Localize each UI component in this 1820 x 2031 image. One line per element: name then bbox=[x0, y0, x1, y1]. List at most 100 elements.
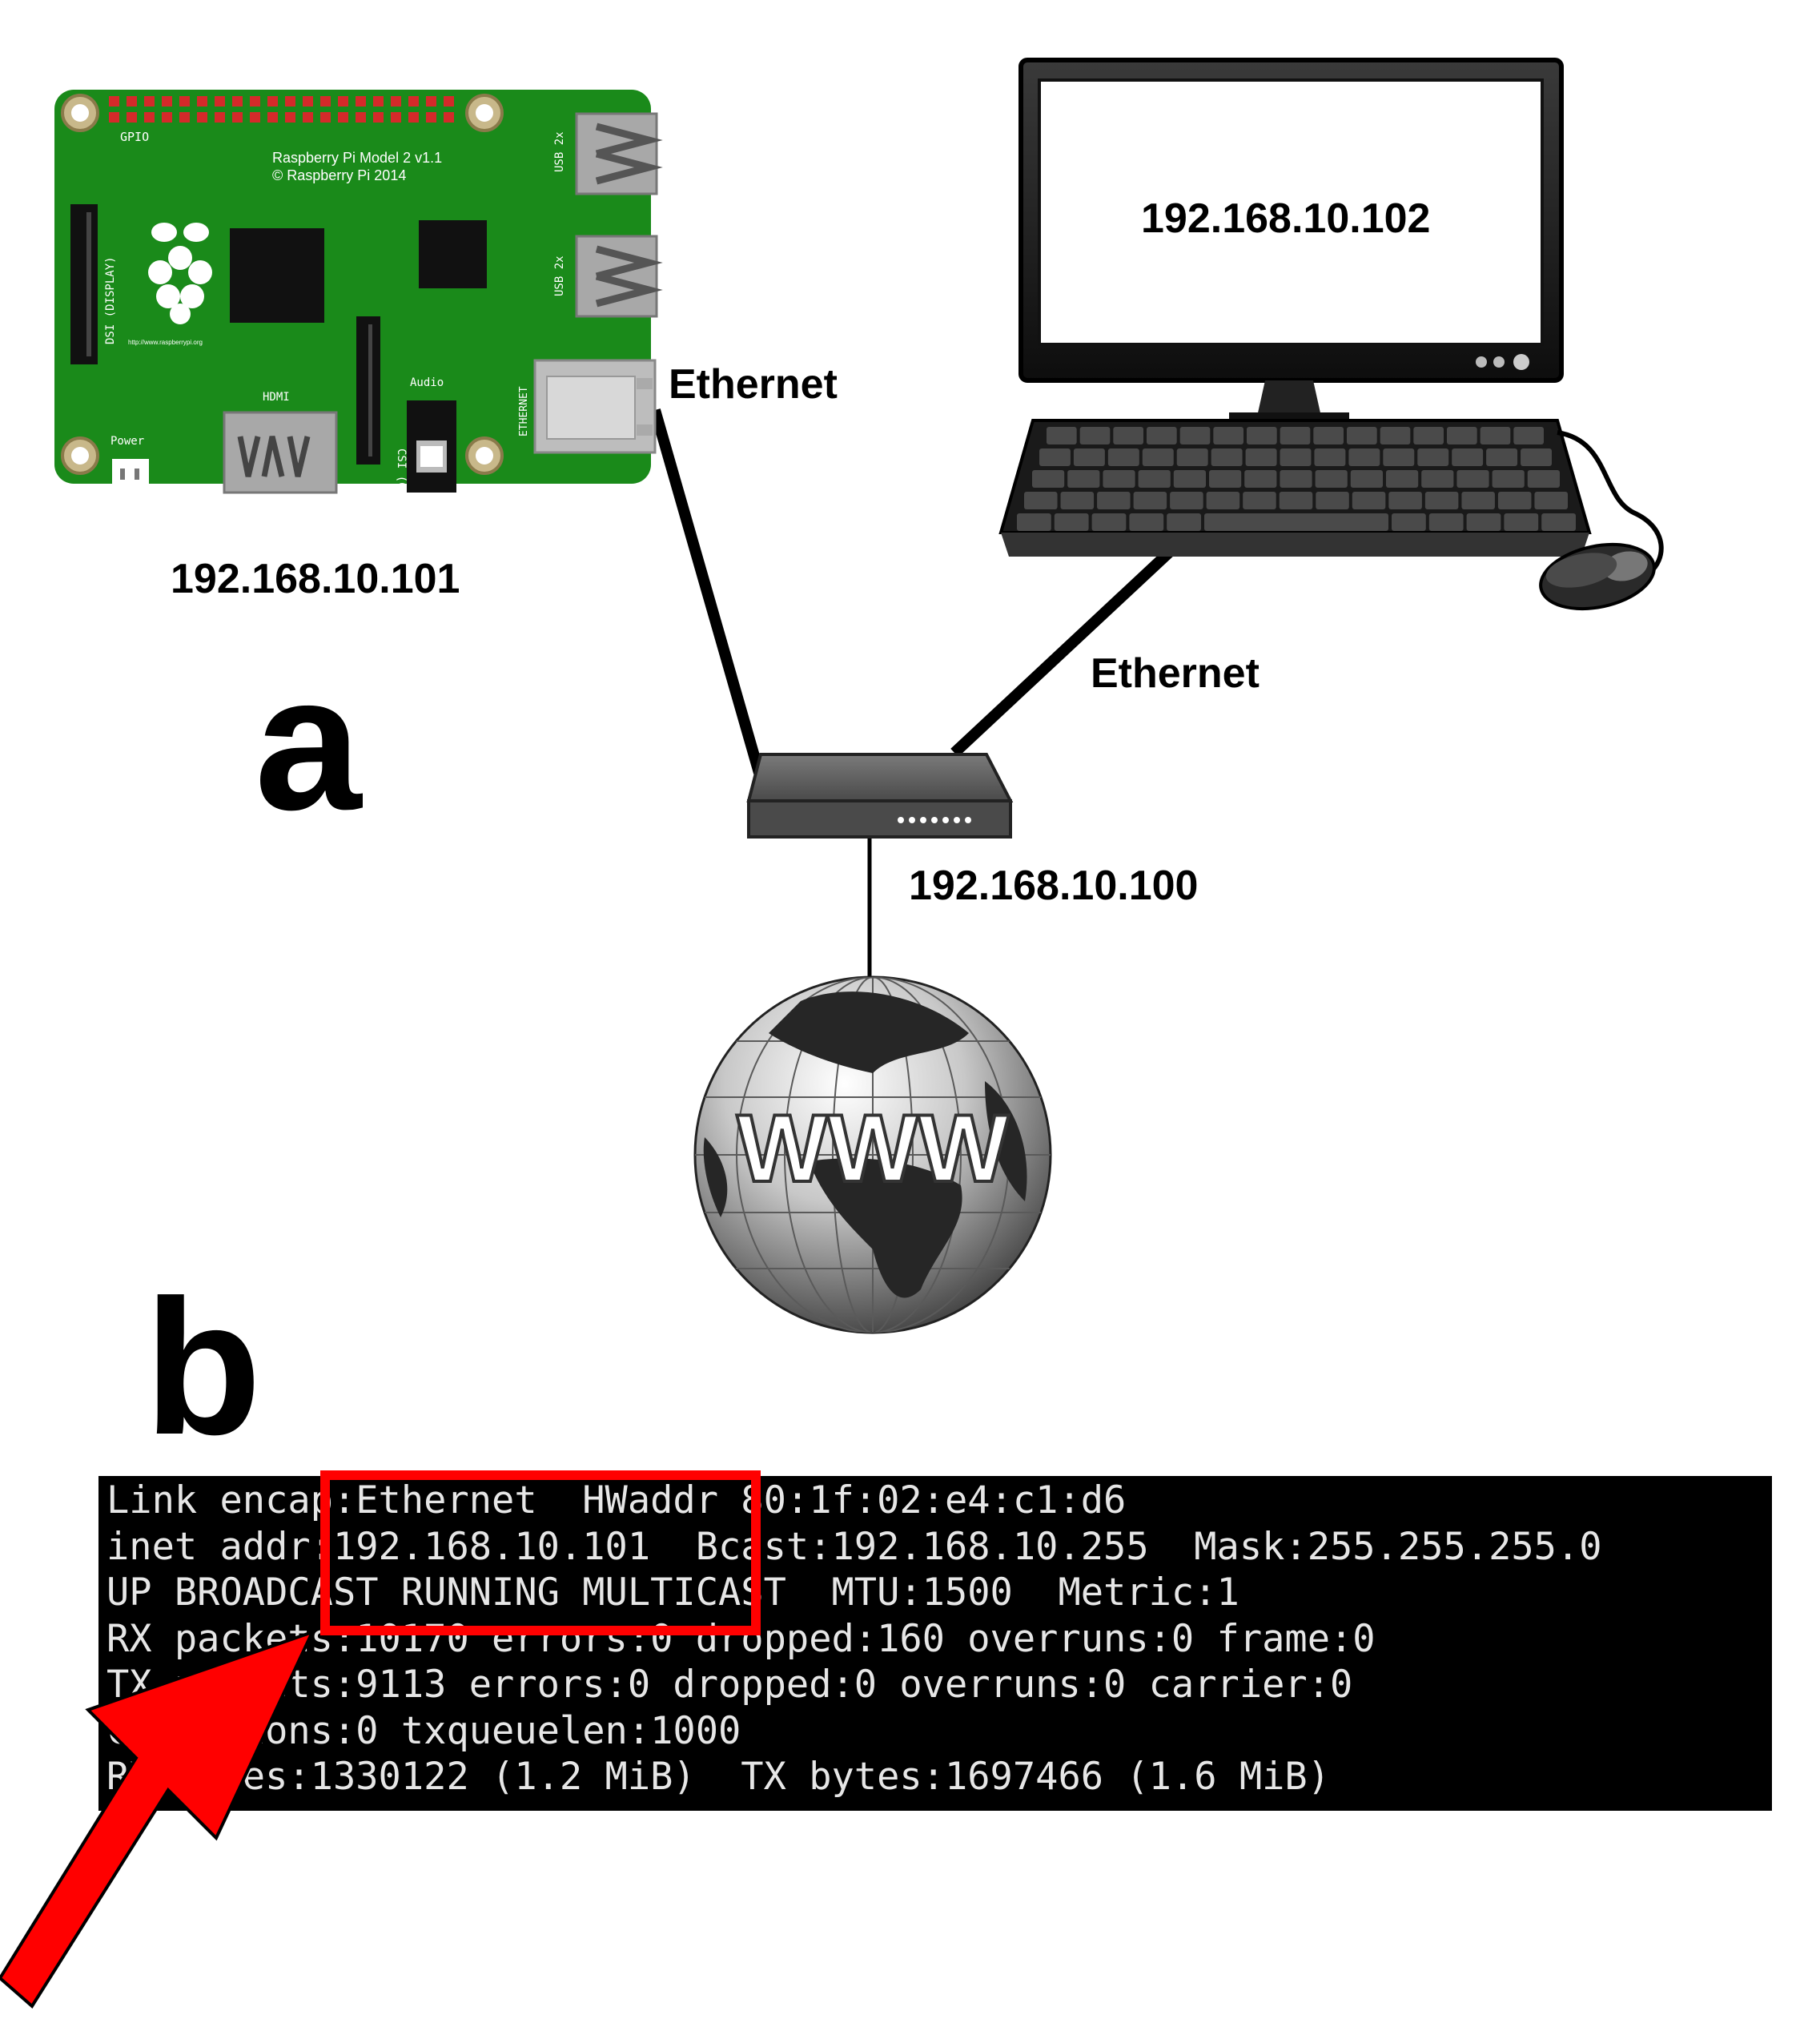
monitor-stand bbox=[1257, 380, 1321, 416]
router-led bbox=[920, 817, 926, 823]
gpio-pin bbox=[338, 96, 348, 107]
keyboard-key bbox=[1280, 448, 1312, 466]
panel-b-label: b bbox=[144, 1260, 262, 1474]
keyboard-key bbox=[1279, 492, 1313, 509]
csi-label: CSI (CAMERA) bbox=[395, 448, 408, 529]
keyboard-key bbox=[1247, 427, 1277, 444]
gpio-pin bbox=[162, 112, 172, 123]
usb-port bbox=[575, 112, 663, 195]
keyboard-key bbox=[1213, 427, 1243, 444]
panel-a-label: a bbox=[255, 635, 363, 850]
gpio-label: GPIO bbox=[120, 130, 149, 144]
router-led bbox=[954, 817, 960, 823]
spacebar-key bbox=[1204, 513, 1388, 531]
usb-port bbox=[575, 235, 663, 318]
hdmi-label: HDMI bbox=[263, 391, 290, 404]
power-label: Power bbox=[110, 435, 144, 448]
keyboard-key bbox=[1017, 513, 1051, 531]
desktop-computer bbox=[998, 58, 1664, 611]
gpio-pin bbox=[232, 96, 243, 107]
ethernet-port bbox=[533, 359, 657, 454]
router-led bbox=[898, 817, 904, 823]
keyboard-key bbox=[1039, 448, 1071, 466]
keyboard-key bbox=[1280, 470, 1312, 488]
keyboard-key bbox=[1456, 470, 1489, 488]
keyboard-key bbox=[1054, 513, 1089, 531]
keyboard-key bbox=[1211, 448, 1243, 466]
gpio-pin bbox=[250, 96, 260, 107]
keyboard-key bbox=[1147, 427, 1177, 444]
pc-ethernet-label: Ethernet bbox=[1091, 650, 1260, 697]
keyboard-key bbox=[1142, 448, 1174, 466]
cpu-chip bbox=[230, 228, 324, 323]
gpio-pin bbox=[215, 112, 225, 123]
keyboard-key bbox=[1497, 492, 1532, 509]
keyboard-key bbox=[1313, 427, 1344, 444]
globe-icon: WWW bbox=[693, 975, 1052, 1334]
dsi-connector bbox=[70, 204, 98, 364]
raspberry-pi-board: GPIO Raspberry Pi Model 2 v1.1 © Raspber… bbox=[54, 90, 663, 529]
gpio-pin bbox=[197, 112, 207, 123]
gpio-pin bbox=[267, 112, 278, 123]
gpio-pin bbox=[250, 112, 260, 123]
keyboard-key bbox=[1534, 492, 1568, 509]
ethernet-port-label: ETHERNET bbox=[518, 386, 530, 436]
keyboard-key bbox=[1388, 492, 1422, 509]
keyboard-key bbox=[1097, 492, 1131, 509]
keyboard-key bbox=[1348, 448, 1380, 466]
keyboard-key bbox=[1138, 470, 1171, 488]
gpio-pin bbox=[303, 96, 313, 107]
gpio-pin bbox=[338, 112, 348, 123]
keyboard-key bbox=[1428, 513, 1464, 531]
keyboard-key bbox=[1315, 470, 1348, 488]
dsi-label: DSI (DISPLAY) bbox=[104, 256, 117, 344]
keyboard-key bbox=[1209, 470, 1242, 488]
keyboard-key bbox=[1521, 448, 1552, 466]
keyboard-key bbox=[1392, 513, 1426, 531]
keyboard-key bbox=[1424, 492, 1459, 509]
keyboard-key bbox=[1167, 513, 1201, 531]
gpio-pin bbox=[356, 96, 366, 107]
gpio-pin bbox=[162, 96, 172, 107]
audio-label: Audio bbox=[410, 376, 444, 389]
keyboard-key bbox=[1280, 427, 1311, 444]
power-connector bbox=[112, 459, 149, 488]
url-label: http://www.raspberrypi.org bbox=[128, 339, 203, 346]
gpio-pin bbox=[408, 96, 419, 107]
ip-highlight-box bbox=[320, 1470, 761, 1635]
keyboard-key bbox=[1541, 513, 1576, 531]
router-led bbox=[965, 817, 971, 823]
usb-label: USB 2x bbox=[553, 255, 566, 296]
keyboard-key bbox=[1466, 513, 1501, 531]
keyboard-key bbox=[1170, 492, 1203, 509]
gpio-pin bbox=[373, 96, 384, 107]
pi-ethernet-label: Ethernet bbox=[669, 361, 838, 408]
keyboard-key bbox=[1347, 427, 1377, 444]
gpio-pin bbox=[285, 96, 295, 107]
pi-ethernet-cable bbox=[649, 408, 765, 774]
gpio-pin bbox=[303, 112, 313, 123]
keyboard-key bbox=[1243, 492, 1276, 509]
gpio-pin bbox=[232, 112, 243, 123]
gpio-pin bbox=[391, 96, 401, 107]
keyboard-key bbox=[1244, 470, 1277, 488]
keyboard-key bbox=[1504, 513, 1539, 531]
model-label: Raspberry Pi Model 2 v1.1 bbox=[272, 150, 442, 166]
gpio-pin bbox=[391, 112, 401, 123]
keyboard-key bbox=[1176, 448, 1208, 466]
copyright-label: © Raspberry Pi 2014 bbox=[272, 167, 406, 183]
keyboard-key bbox=[1206, 492, 1240, 509]
router-led bbox=[942, 817, 949, 823]
gpio-pin bbox=[426, 96, 436, 107]
keyboard-key bbox=[1380, 427, 1411, 444]
router-led bbox=[909, 817, 915, 823]
lan-chip bbox=[419, 220, 487, 288]
keyboard-key bbox=[1133, 492, 1167, 509]
keyboard-key bbox=[1103, 470, 1135, 488]
keyboard-key bbox=[1492, 470, 1525, 488]
gpio-pin bbox=[179, 112, 190, 123]
gpio-pin bbox=[285, 112, 295, 123]
keyboard-key bbox=[1047, 427, 1077, 444]
gpio-pin bbox=[215, 96, 225, 107]
keyboard-key bbox=[1452, 448, 1484, 466]
